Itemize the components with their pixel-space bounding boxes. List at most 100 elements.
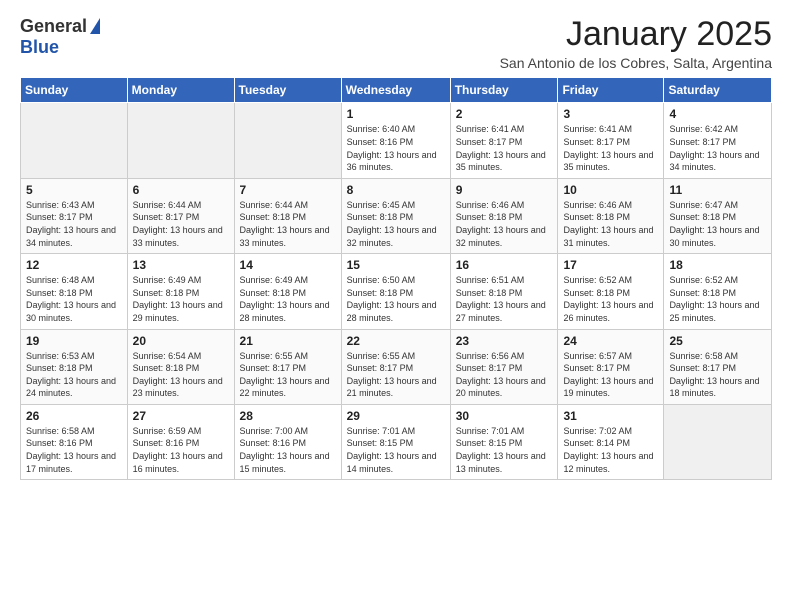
calendar-day-header: Thursday (450, 78, 558, 103)
day-number: 29 (347, 409, 445, 423)
day-number: 21 (240, 334, 336, 348)
calendar-cell: 20 Sunrise: 6:54 AM Sunset: 8:18 PM Dayli… (127, 329, 234, 404)
day-info: Sunrise: 6:47 AM Sunset: 8:18 PM Dayligh… (669, 199, 766, 249)
day-info: Sunrise: 7:01 AM Sunset: 8:15 PM Dayligh… (347, 425, 445, 475)
calendar-week-row: 5 Sunrise: 6:43 AM Sunset: 8:17 PM Daylig… (21, 178, 772, 253)
calendar-cell: 7Sunrise: 6:44 AM Sunset: 8:18 PM Daylig… (234, 178, 341, 253)
calendar-cell (234, 103, 341, 178)
calendar-cell: 3 Sunrise: 6:41 AM Sunset: 8:17 PM Daylig… (558, 103, 664, 178)
day-info: Sunrise: 6:44 AM Sunset: 8:18 PM Dayligh… (240, 199, 336, 249)
calendar-cell: 8 Sunrise: 6:45 AM Sunset: 8:18 PM Daylig… (341, 178, 450, 253)
day-number: 1 (347, 107, 445, 121)
day-number: 14 (240, 258, 336, 272)
calendar-day-header: Sunday (21, 78, 128, 103)
calendar-day-header: Friday (558, 78, 664, 103)
day-number: 28 (240, 409, 336, 423)
day-info: Sunrise: 6:45 AM Sunset: 8:18 PM Dayligh… (347, 199, 445, 249)
day-info: Sunrise: 6:52 AM Sunset: 8:18 PM Dayligh… (563, 274, 658, 324)
calendar-cell: 26 Sunrise: 6:58 AM Sunset: 8:16 PM Dayli… (21, 404, 128, 479)
day-info: Sunrise: 7:01 AM Sunset: 8:15 PM Dayligh… (456, 425, 553, 475)
day-number: 12 (26, 258, 122, 272)
day-number: 17 (563, 258, 658, 272)
day-info: Sunrise: 6:46 AM Sunset: 8:18 PM Dayligh… (563, 199, 658, 249)
day-number: 9 (456, 183, 553, 197)
day-info: Sunrise: 6:59 AM Sunset: 8:16 PM Dayligh… (133, 425, 229, 475)
calendar-cell: 27 Sunrise: 6:59 AM Sunset: 8:16 PM Dayli… (127, 404, 234, 479)
day-number: 16 (456, 258, 553, 272)
calendar-cell: 5 Sunrise: 6:43 AM Sunset: 8:17 PM Daylig… (21, 178, 128, 253)
day-number: 8 (347, 183, 445, 197)
calendar-cell: 30 Sunrise: 7:01 AM Sunset: 8:15 PM Dayli… (450, 404, 558, 479)
calendar-cell: 4 Sunrise: 6:42 AM Sunset: 8:17 PM Daylig… (664, 103, 772, 178)
calendar-week-row: 26 Sunrise: 6:58 AM Sunset: 8:16 PM Dayli… (21, 404, 772, 479)
calendar-header-row: SundayMondayTuesdayWednesdayThursdayFrid… (21, 78, 772, 103)
day-info: Sunrise: 7:02 AM Sunset: 8:14 PM Dayligh… (563, 425, 658, 475)
calendar-cell: 10 Sunrise: 6:46 AM Sunset: 8:18 PM Dayli… (558, 178, 664, 253)
day-number: 24 (563, 334, 658, 348)
day-number: 30 (456, 409, 553, 423)
calendar-day-header: Monday (127, 78, 234, 103)
calendar-cell: 6Sunrise: 6:44 AM Sunset: 8:17 PM Daylig… (127, 178, 234, 253)
title-block: January 2025 San Antonio de los Cobres, … (500, 16, 772, 71)
day-info: Sunrise: 6:40 AM Sunset: 8:16 PM Dayligh… (347, 123, 445, 173)
calendar-day-header: Saturday (664, 78, 772, 103)
calendar-cell: 28Sunrise: 7:00 AM Sunset: 8:16 PM Dayli… (234, 404, 341, 479)
day-info: Sunrise: 6:49 AM Sunset: 8:18 PM Dayligh… (240, 274, 336, 324)
day-info: Sunrise: 6:42 AM Sunset: 8:17 PM Dayligh… (669, 123, 766, 173)
day-number: 19 (26, 334, 122, 348)
day-number: 5 (26, 183, 122, 197)
calendar-week-row: 1 Sunrise: 6:40 AM Sunset: 8:16 PM Daylig… (21, 103, 772, 178)
page: General Blue January 2025 San Antonio de… (0, 0, 792, 490)
calendar-table: SundayMondayTuesdayWednesdayThursdayFrid… (20, 77, 772, 480)
day-number: 23 (456, 334, 553, 348)
calendar-cell: 19 Sunrise: 6:53 AM Sunset: 8:18 PM Dayli… (21, 329, 128, 404)
calendar-cell: 2Sunrise: 6:41 AM Sunset: 8:17 PM Daylig… (450, 103, 558, 178)
calendar-week-row: 19 Sunrise: 6:53 AM Sunset: 8:18 PM Dayli… (21, 329, 772, 404)
calendar-cell: 23 Sunrise: 6:56 AM Sunset: 8:17 PM Dayli… (450, 329, 558, 404)
location: San Antonio de los Cobres, Salta, Argent… (500, 55, 772, 71)
day-info: Sunrise: 6:53 AM Sunset: 8:18 PM Dayligh… (26, 350, 122, 400)
day-info: Sunrise: 6:58 AM Sunset: 8:16 PM Dayligh… (26, 425, 122, 475)
calendar-week-row: 12 Sunrise: 6:48 AM Sunset: 8:18 PM Dayli… (21, 254, 772, 329)
calendar-cell: 25 Sunrise: 6:58 AM Sunset: 8:17 PM Dayli… (664, 329, 772, 404)
day-number: 6 (133, 183, 229, 197)
day-info: Sunrise: 6:58 AM Sunset: 8:17 PM Dayligh… (669, 350, 766, 400)
calendar-cell (664, 404, 772, 479)
calendar-cell: 16Sunrise: 6:51 AM Sunset: 8:18 PM Dayli… (450, 254, 558, 329)
day-info: Sunrise: 6:48 AM Sunset: 8:18 PM Dayligh… (26, 274, 122, 324)
day-number: 3 (563, 107, 658, 121)
calendar-cell (21, 103, 128, 178)
day-number: 26 (26, 409, 122, 423)
logo-blue-text: Blue (20, 37, 59, 58)
day-number: 27 (133, 409, 229, 423)
calendar-cell: 29 Sunrise: 7:01 AM Sunset: 8:15 PM Dayli… (341, 404, 450, 479)
calendar-cell: 1 Sunrise: 6:40 AM Sunset: 8:16 PM Daylig… (341, 103, 450, 178)
calendar-cell: 31 Sunrise: 7:02 AM Sunset: 8:14 PM Dayli… (558, 404, 664, 479)
day-number: 20 (133, 334, 229, 348)
calendar-cell: 12 Sunrise: 6:48 AM Sunset: 8:18 PM Dayli… (21, 254, 128, 329)
month-title: January 2025 (500, 16, 772, 53)
day-info: Sunrise: 6:46 AM Sunset: 8:18 PM Dayligh… (456, 199, 553, 249)
calendar-cell: 13Sunrise: 6:49 AM Sunset: 8:18 PM Dayli… (127, 254, 234, 329)
day-number: 31 (563, 409, 658, 423)
calendar-day-header: Tuesday (234, 78, 341, 103)
calendar-cell: 15Sunrise: 6:50 AM Sunset: 8:18 PM Dayli… (341, 254, 450, 329)
logo-general-text: General (20, 16, 87, 37)
calendar-cell: 9 Sunrise: 6:46 AM Sunset: 8:18 PM Daylig… (450, 178, 558, 253)
day-number: 13 (133, 258, 229, 272)
day-number: 4 (669, 107, 766, 121)
day-number: 10 (563, 183, 658, 197)
day-info: Sunrise: 6:56 AM Sunset: 8:17 PM Dayligh… (456, 350, 553, 400)
calendar-cell: 22 Sunrise: 6:55 AM Sunset: 8:17 PM Dayli… (341, 329, 450, 404)
calendar-cell: 21Sunrise: 6:55 AM Sunset: 8:17 PM Dayli… (234, 329, 341, 404)
day-info: Sunrise: 6:41 AM Sunset: 8:17 PM Dayligh… (563, 123, 658, 173)
day-info: Sunrise: 6:43 AM Sunset: 8:17 PM Dayligh… (26, 199, 122, 249)
logo: General Blue (20, 16, 100, 58)
calendar-cell: 24Sunrise: 6:57 AM Sunset: 8:17 PM Dayli… (558, 329, 664, 404)
calendar-cell: 18Sunrise: 6:52 AM Sunset: 8:18 PM Dayli… (664, 254, 772, 329)
day-info: Sunrise: 6:55 AM Sunset: 8:17 PM Dayligh… (347, 350, 445, 400)
day-number: 22 (347, 334, 445, 348)
calendar-cell (127, 103, 234, 178)
day-number: 25 (669, 334, 766, 348)
day-info: Sunrise: 6:54 AM Sunset: 8:18 PM Dayligh… (133, 350, 229, 400)
